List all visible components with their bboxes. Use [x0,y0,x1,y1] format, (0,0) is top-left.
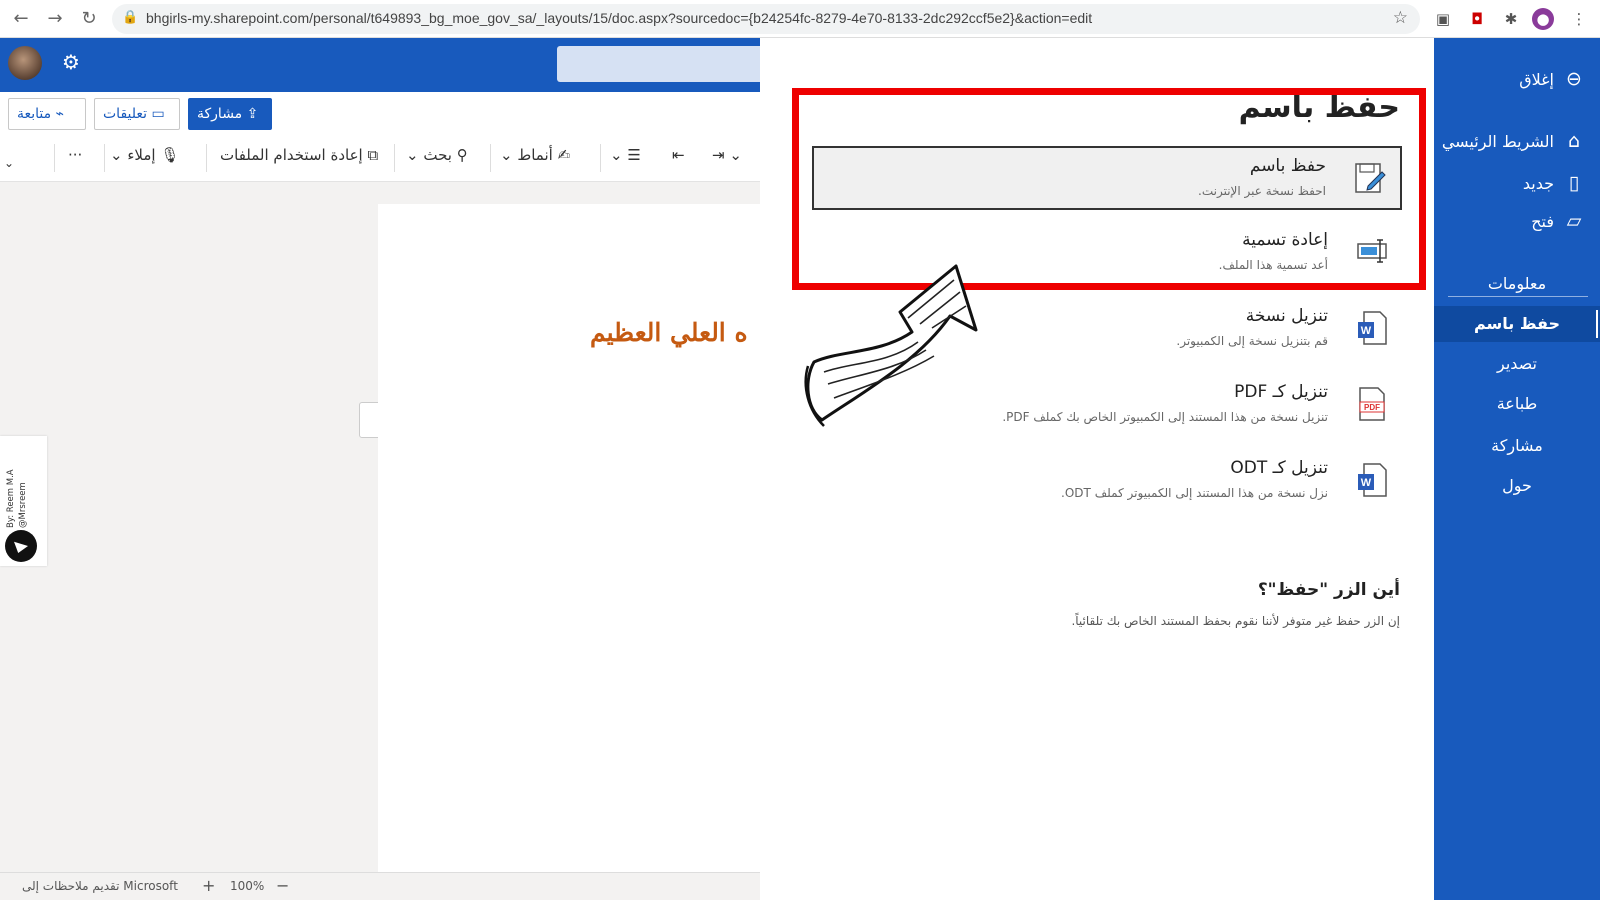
gear-icon[interactable]: ⚙ [62,50,80,74]
dictate-label: إملاء [127,146,156,164]
browser-menu-icon[interactable]: ⋮ [1568,8,1590,30]
url-text[interactable]: bhgirls-my.sharepoint.com/personal/t6498… [146,10,1092,26]
close-label: إغلاق [1519,70,1554,89]
option-title: تنزيل نسخة [1245,306,1328,326]
styles-button[interactable]: ⌄ أنماط ✍ [500,146,570,164]
share-icon: ⇪ [246,106,259,122]
sidebar-item-save-as[interactable]: حفظ باسم [1434,306,1600,342]
document-page[interactable] [378,204,760,872]
home-icon: ⌂ [1567,130,1581,152]
reuse-files-label: إعادة استخدام الملفات [220,146,363,164]
styles-label: أنماط [517,146,553,164]
browser-toolbar: ← → ↻ 🔒 bhgirls-my.sharepoint.com/person… [0,0,1600,38]
ribbon: ⌄ ··· ⌄ إملاء 🎙 إعادة استخدام الملفات ⧉ … [0,136,760,182]
ribbon-collapse-icon[interactable]: ⌄ [4,156,14,170]
document-canvas [0,182,760,872]
where-save-desc: إن الزر حفظ غير متوفر لأننا نقوم بحفظ ال… [1071,614,1400,628]
svg-text:PDF: PDF [1364,403,1380,412]
pocket-extension-icon[interactable]: ◘ [1466,8,1488,30]
sidebar-item-export[interactable]: تصدير [1434,346,1600,382]
option-title: تنزيل كـ ODT [1230,458,1328,478]
sidebar-item-home[interactable]: ⌂ الشريط الرئيسي [1434,126,1600,162]
new-label: جديد [1522,174,1554,193]
search-label: بحث [423,146,452,164]
sidebar-item-about[interactable]: حول [1434,468,1600,504]
close-icon: ⊖ [1566,68,1582,90]
microphone-icon: 🎙 [160,146,180,164]
document-heading[interactable]: ه العلي العظيم [590,318,748,347]
lock-icon: 🔒 [122,10,139,25]
option-desc: قم بتنزيل نسخة إلى الكمبيوتر. [1176,334,1328,348]
back-icon[interactable]: ← [10,8,32,30]
command-row: متابعة ⌁ تعليقات ▭ مشاركة ⇪ [0,92,760,136]
profile-avatar-icon[interactable]: ● [1532,8,1554,30]
option-title: تنزيل كـ PDF [1234,382,1328,402]
new-document-icon: ▯ [1568,172,1580,194]
option-desc: تنزيل نسخة من هذا المستند إلى الكمبيوتر … [1002,410,1328,424]
svg-text:W: W [1361,325,1372,337]
extension-icon[interactable]: ▣ [1432,8,1454,30]
comment-icon: ▭ [151,106,165,122]
watermark: By: Reem M.A @Mrsreem [0,436,47,566]
puzzle-extensions-icon[interactable]: ✱ [1500,8,1522,30]
address-bar[interactable]: 🔒 bhgirls-my.sharepoint.com/personal/t64… [112,4,1420,34]
comments-label: تعليقات [103,106,148,122]
more-options-button[interactable]: ··· [68,146,82,164]
share-label: مشاركة [197,106,243,122]
reload-icon[interactable]: ↻ [78,8,100,30]
decrease-indent-icon[interactable]: ⇤ [672,146,685,164]
share-button[interactable]: مشاركة ⇪ [188,98,272,130]
open-label: فتح [1531,212,1554,231]
paragraph-align-button[interactable]: ⌄ ☰ [610,146,641,164]
sidebar-item-open[interactable]: ▱ فتح [1434,206,1600,242]
odt-icon: W [1358,463,1387,497]
forward-icon[interactable]: → [44,8,66,30]
pdf-icon: PDF [1359,387,1385,421]
app-header: ⚙ [0,38,760,92]
zoom-level[interactable]: 100% [230,879,264,893]
download-odt-option[interactable]: W تنزيل كـ ODT نزل نسخة من هذا المستند إ… [812,450,1402,514]
follow-label: متابعة [17,106,52,122]
hand-drawn-arrow-icon [804,264,978,427]
sidebar-item-info[interactable]: معلومات [1434,266,1600,302]
folder-icon: ▱ [1566,210,1582,232]
svg-text:W: W [1361,477,1372,489]
search-button[interactable]: ⌄ بحث ⚲ [406,146,468,164]
avatar[interactable] [8,46,42,80]
word-doc-icon: W [1358,311,1387,345]
reuse-files-icon: ⧉ [367,146,379,164]
bookmark-star-icon[interactable]: ☆ [1393,8,1408,28]
sidebar-item-print[interactable]: طباعة [1434,386,1600,422]
backstage-sidebar: ⊖ إغلاق ⌂ الشريط الرئيسي ▯ جديد ▱ فتح مع… [1434,38,1600,900]
styles-icon: ✍ [557,146,571,164]
sidebar-item-new[interactable]: ▯ جديد [1434,168,1600,204]
comments-button[interactable]: تعليقات ▭ [94,98,180,130]
zoom-out-button[interactable]: − [276,876,289,895]
home-label: الشريط الرئيسي [1441,132,1554,151]
zoom-in-button[interactable]: + [202,876,215,895]
feedback-link[interactable]: تقديم ملاحظات إلى Microsoft [22,879,178,893]
where-save-title: أين الزر "حفظ"؟ [1257,580,1400,600]
activity-icon: ⌁ [55,106,65,122]
navigation-tab[interactable] [359,402,379,438]
option-desc: نزل نسخة من هذا المستند إلى الكمبيوتر كم… [1061,486,1328,500]
status-bar: تقديم ملاحظات إلى Microsoft + 100% − [0,872,760,900]
follow-button[interactable]: متابعة ⌁ [8,98,86,130]
search-input[interactable] [557,46,760,82]
search-icon: ⚲ [456,146,468,164]
watermark-text: By: Reem M.A @Mrsreem [6,469,28,528]
sidebar-item-share[interactable]: مشاركة [1434,428,1600,464]
watermark-logo [5,530,37,562]
close-button[interactable]: ⊖ إغلاق [1434,64,1600,100]
increase-indent-icon[interactable]: ⇥ ⌄ [712,146,742,164]
reuse-files-button[interactable]: إعادة استخدام الملفات ⧉ [220,146,378,164]
dictate-button[interactable]: ⌄ إملاء 🎙 [110,146,179,164]
